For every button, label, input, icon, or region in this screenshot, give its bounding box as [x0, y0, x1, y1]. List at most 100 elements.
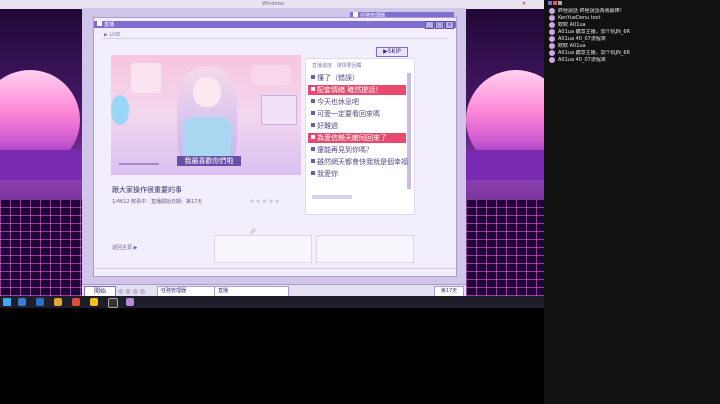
stream-tab[interactable]: ▶ LIVE	[104, 32, 120, 38]
windows-start-icon[interactable]	[3, 298, 11, 306]
chat-message: A01ua 聽眾主播，加个机JN_6R	[544, 29, 720, 35]
chat-toolbar-icons[interactable]	[548, 1, 568, 6]
choice-label: 雖然網天都會快我就是個幸福	[317, 158, 408, 166]
avatar	[549, 43, 555, 49]
stream-title: 跟大家操作很重要的事	[112, 186, 182, 194]
empty-slot[interactable]	[214, 235, 312, 263]
choice-item[interactable]: 為愛信賴天敵同回來了	[308, 133, 406, 143]
chat-message-list: 終極說話 終極說話為我最棒！ KenYueDenu test 欸欸 A01ua A01…	[544, 8, 720, 64]
app-icon[interactable]	[90, 298, 98, 306]
right-background	[466, 0, 544, 296]
choice-label: 為愛信賴天敵同回來了	[317, 134, 387, 142]
choice-bullet-icon	[311, 87, 315, 91]
chat-icon[interactable]	[548, 1, 552, 5]
quick-icons[interactable]: ◎◎◎◎	[118, 288, 147, 295]
streamer-outfit	[183, 117, 231, 157]
chat-message-text: A01ua 聽眾主播，加个机JN_6R	[558, 50, 630, 56]
heart-icon[interactable]	[553, 1, 557, 5]
choice-label: 我愛你	[317, 170, 338, 178]
game-app-icon[interactable]	[126, 298, 134, 306]
choice-item[interactable]: 還能再見到你嗎？	[308, 145, 406, 155]
hills	[466, 150, 544, 180]
choice-bullet-icon	[311, 147, 315, 151]
choice-list: 懂了（錯誤） 配套情緒 確然提話！ 今天也休息吧可愛一定要看回來嗎好難過為愛信賴天敵…	[308, 73, 408, 181]
minimize-icon[interactable]: _	[425, 21, 434, 29]
choice-label: 配套情緒 確然提話！	[317, 86, 383, 94]
stream-tab-label: LIVE	[109, 32, 121, 38]
choices-scrollbar[interactable]	[407, 73, 411, 189]
avatar	[549, 8, 555, 14]
grid-floor	[466, 200, 544, 296]
stream-video: 我最喜歡你們啦	[111, 55, 301, 175]
choice-bullet-icon	[311, 135, 315, 139]
stream-window-title: 直播	[104, 22, 115, 28]
rating-stars: ★★★★★	[249, 198, 281, 205]
choice-bullet-icon	[311, 159, 315, 163]
chat-message: 欸欸 A01ua	[544, 43, 720, 49]
choice-item[interactable]: 雖然網天都會快我就是個幸福	[308, 157, 408, 167]
chat-panel: 終極說話 終極說話為我最棒！ KenYueDenu test 欸欸 A01ua A01…	[544, 0, 720, 404]
stream-meta: 1/4612 欸看中 · 直播開始日期：第17天	[112, 199, 203, 205]
choice-item[interactable]: 我愛你	[308, 169, 406, 179]
room-poster	[131, 63, 161, 93]
obs-icon[interactable]	[108, 298, 118, 308]
avatar	[549, 15, 555, 21]
chat-message-text: A01ua 40_07流程來	[558, 36, 606, 42]
chat-message-text: A01ua 40_07流程來	[558, 57, 606, 63]
choice-bullet-icon	[311, 171, 315, 175]
close-icon[interactable]: ✕	[522, 0, 526, 9]
divider	[94, 268, 456, 269]
start-label: 開始	[93, 288, 106, 295]
choice-label: 可愛一定要看回來嗎	[317, 110, 380, 118]
choice-item[interactable]: 今天也休息吧	[308, 97, 406, 107]
chat-message: A01ua 40_07流程來	[544, 36, 720, 42]
choice-item[interactable]: 可愛一定要看回來嗎	[308, 109, 406, 119]
choices-prompt: 直播進度 · 選擇要回覆	[312, 63, 362, 69]
divider	[102, 38, 448, 39]
choice-bullet-icon	[311, 99, 315, 103]
grid-floor	[0, 200, 82, 296]
browser-icon[interactable]	[36, 298, 44, 306]
chat-message: A01ua 40_07流程來	[544, 57, 720, 63]
chat-message-text: 欸欸 A01ua	[558, 43, 586, 49]
app-icon[interactable]	[72, 298, 80, 306]
left-background	[0, 0, 82, 296]
avatar	[549, 50, 555, 56]
chat-message-text: 欸欸 A01ua	[558, 22, 586, 28]
choice-item[interactable]: 好難過	[308, 121, 406, 131]
choice-item[interactable]: 懂了（錯誤）	[308, 73, 406, 83]
choice-bullet-icon	[311, 75, 315, 79]
empty-slot[interactable]	[316, 235, 414, 263]
close-icon[interactable]: ×	[445, 21, 454, 29]
choices-footer-bar	[312, 195, 352, 199]
game-desktop: Windows ✕ 任務管理器 直播 × □ _ ▶ LIVE ▶SKIP 直播…	[0, 0, 544, 308]
choice-label: 懂了（錯誤）	[317, 74, 359, 82]
choice-bullet-icon	[311, 111, 315, 115]
progress-line	[119, 163, 159, 165]
skip-button[interactable]: ▶SKIP	[376, 47, 408, 57]
back-link[interactable]: 返回主頁 ▶	[112, 244, 137, 251]
chat-message: A01ua 聽眾主播，加个机JN_6R	[544, 50, 720, 56]
choice-label: 今天也休息吧	[317, 98, 359, 106]
streamer-face	[193, 77, 221, 107]
stream-caption: 我最喜歡你們啦	[177, 156, 241, 166]
mouse-cursor-icon: ➚	[249, 227, 257, 237]
chat-message-text: A01ua 聽眾主播，加个机JN_6R	[558, 29, 630, 35]
choice-item[interactable]: 配套情緒 確然提話！	[308, 85, 406, 95]
stream-window: 直播 × □ _ ▶ LIVE ▶SKIP 直播進度 · 選擇要回覆 懂了（錯誤…	[93, 17, 457, 277]
chat-message-text: 終極說話 終極說話為我最棒！	[558, 8, 625, 14]
plush-shelf	[251, 65, 291, 85]
folder-icon[interactable]	[54, 298, 62, 306]
taskview-icon[interactable]	[18, 298, 26, 306]
os-taskbar	[0, 296, 544, 308]
window-icon	[97, 21, 102, 26]
choice-bullet-icon	[311, 123, 315, 127]
balloon-decoration	[111, 95, 129, 125]
skip-label: SKIP	[387, 48, 401, 55]
avatar	[549, 36, 555, 42]
avatar	[549, 29, 555, 35]
settings-icon[interactable]	[558, 1, 562, 5]
maximize-icon[interactable]: □	[435, 21, 444, 29]
hills	[0, 150, 82, 180]
stream-window-titlebar[interactable]: 直播 × □ _	[94, 21, 456, 29]
